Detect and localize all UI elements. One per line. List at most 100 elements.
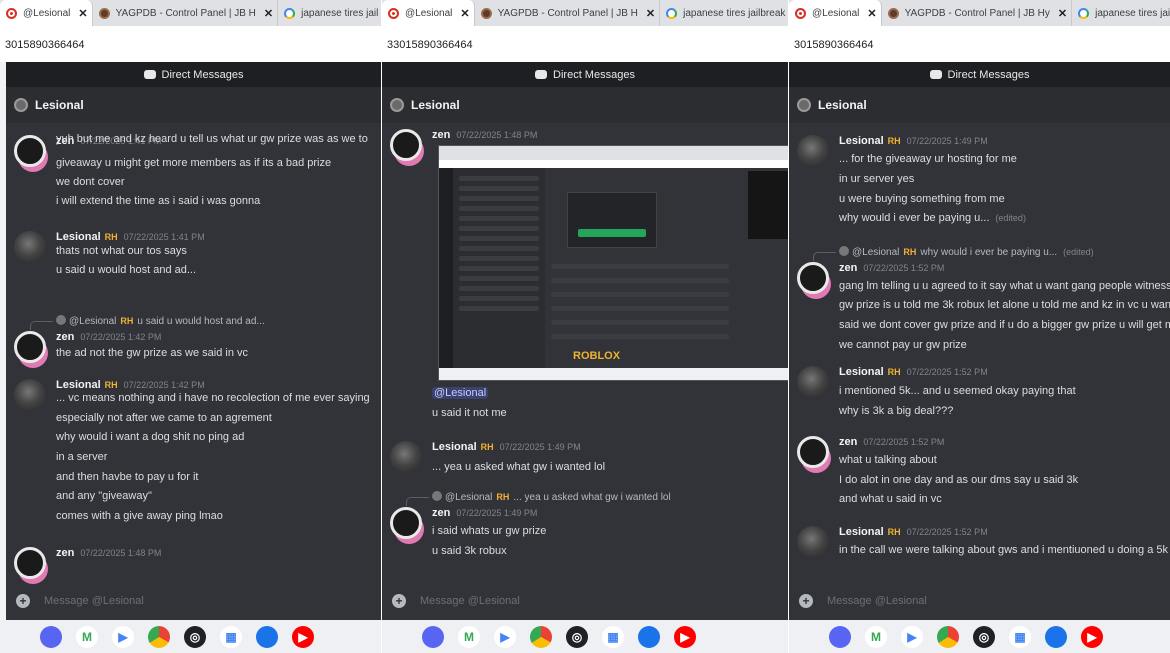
gmail-icon[interactable]: M [458,625,480,648]
youtube-icon[interactable]: ▶ [674,625,696,648]
timestamp: 07/22/2025 1:52 PM [863,263,945,273]
reply-preview[interactable]: @Lesional RH... yea u asked what gw i wan… [406,491,671,506]
youtube-icon[interactable]: ▶ [292,625,314,648]
add-attachment-icon[interactable]: + [16,594,30,608]
chromeos-shelf: M ▶ ◎ ▦ ▶ [382,620,788,653]
username[interactable]: Lesional [839,366,884,378]
reply-preview[interactable]: @Lesional RH why would i ever be paying u.… [813,246,1094,261]
address-bar[interactable]: 33015890366464 [382,26,788,62]
chrome-icon[interactable] [148,625,170,648]
user-avatar[interactable] [14,135,46,167]
browser-tab[interactable]: YAGPDB - Control Panel | JB H ✕ [93,0,279,26]
user-avatar[interactable] [390,441,422,473]
timestamp: 07/22/2025 1:52 PM [906,527,988,537]
user-avatar[interactable] [14,231,46,263]
files-icon[interactable] [256,625,278,648]
browser-tab[interactable]: japanese tires jailbreak✕ [1072,0,1170,26]
browser-tab[interactable]: japanese tires jail✕ [278,0,381,26]
user-mention[interactable]: @Lesional [432,387,489,399]
ai-assistant-icon[interactable]: ◎ [184,625,206,648]
message-composer[interactable]: + Message @Lesional [16,588,371,614]
user-avatar[interactable] [390,507,422,539]
user-avatar[interactable] [14,547,46,579]
user-avatar[interactable] [797,135,829,167]
username[interactable]: Lesional [432,441,477,453]
username[interactable]: zen [56,331,74,343]
discord-icon[interactable] [40,625,62,648]
message-input[interactable]: Message @Lesional [420,595,520,607]
files-icon[interactable] [638,625,660,648]
browser-tab[interactable]: @Lesional ✕ [789,0,882,26]
ai-assistant-icon[interactable]: ◎ [566,625,588,648]
reply-avatar [432,491,442,501]
user-avatar[interactable] [390,129,422,161]
message-input[interactable]: Message @Lesional [44,595,144,607]
recording-icon [6,7,17,19]
message-input[interactable]: Message @Lesional [827,595,927,607]
play-store-icon[interactable]: ▶ [112,625,134,648]
username[interactable]: zen [56,547,74,559]
chrome-icon[interactable] [937,625,959,648]
message-header: zen 07/22/2025 1:52 PM [839,262,944,274]
username[interactable]: Lesional [839,135,884,147]
message-list[interactable]: zen 07/22/2025 1:41 PM yuh but me and kz h… [6,123,381,584]
play-store-icon[interactable]: ▶ [901,625,923,648]
add-attachment-icon[interactable]: + [799,594,813,608]
message-line: what u talking about [839,454,937,466]
browser-tab[interactable]: YAGPDB - Control Panel | JB H ✕ [475,0,661,26]
chrome-icon[interactable] [530,625,552,648]
attached-screenshot[interactable]: ROBLOX [438,145,788,381]
add-attachment-icon[interactable]: + [392,594,406,608]
google-favicon-icon [666,7,678,19]
message-line: i mentioned 5k... and u seemed okay payi… [839,385,1076,397]
calendar-icon[interactable]: ▦ [602,625,624,648]
gmail-icon[interactable]: M [865,625,887,648]
user-avatar[interactable] [797,262,829,294]
shot-dm-row [459,246,539,251]
username[interactable]: zen [432,129,450,141]
message-line: comes with a give away ping lmao [56,510,223,522]
close-tab-icon[interactable]: ✕ [867,7,876,20]
calendar-icon[interactable]: ▦ [220,625,242,648]
message-line: in ur server yes [839,173,915,185]
close-tab-icon[interactable]: ✕ [460,7,469,20]
message-line: we cannot pay ur gw prize [839,339,967,351]
browser-tab[interactable]: @Lesional ✕ [0,0,93,26]
discord-icon[interactable] [829,625,851,648]
close-tab-icon[interactable]: ✕ [78,7,87,20]
username[interactable]: zen [432,507,450,519]
discord-icon[interactable] [422,625,444,648]
browser-tab[interactable]: @Lesional ✕ [382,0,475,26]
chromeos-shelf: M ▶ ◎ ▦ ▶ [0,620,381,653]
username[interactable]: zen [839,436,857,448]
username[interactable]: Lesional [56,231,101,243]
close-tab-icon[interactable]: ✕ [1058,7,1067,20]
browser-tab[interactable]: japanese tires jailbreak✕ [660,0,788,26]
calendar-icon[interactable]: ▦ [1009,625,1031,648]
username[interactable]: zen [839,262,857,274]
user-avatar[interactable] [797,436,829,468]
user-avatar[interactable] [14,331,46,363]
address-bar[interactable]: 3015890366464 [0,26,381,62]
close-tab-icon[interactable]: ✕ [264,7,273,20]
message-header: zen 07/22/2025 1:52 PM [839,436,944,448]
message-list[interactable]: Lesional RH 07/22/2025 1:49 PM... for the … [789,123,1170,584]
message-composer[interactable]: + Message @Lesional [392,588,778,614]
gmail-icon[interactable]: M [76,625,98,648]
files-icon[interactable] [1045,625,1067,648]
youtube-icon[interactable]: ▶ [1081,625,1103,648]
message-list[interactable]: zen 07/22/2025 1:48 PM ROBLOX @Lesional u sa… [382,123,788,584]
message-composer[interactable]: + Message @Lesional [799,588,1160,614]
close-tab-icon[interactable]: ✕ [646,7,655,20]
username[interactable]: Lesional [839,526,884,538]
play-store-icon[interactable]: ▶ [494,625,516,648]
address-bar[interactable]: 3015890366464 [789,26,1170,62]
shot-dm-row [459,196,539,201]
username[interactable]: Lesional [56,379,101,391]
browser-tab[interactable]: YAGPDB - Control Panel | JB Hy ✕ [882,0,1073,26]
ai-assistant-icon[interactable]: ◎ [973,625,995,648]
user-avatar[interactable] [14,379,46,411]
user-avatar[interactable] [797,366,829,398]
user-avatar[interactable] [797,526,829,558]
reply-preview[interactable]: @Lesional RH u said u would host and ad... [30,315,265,330]
